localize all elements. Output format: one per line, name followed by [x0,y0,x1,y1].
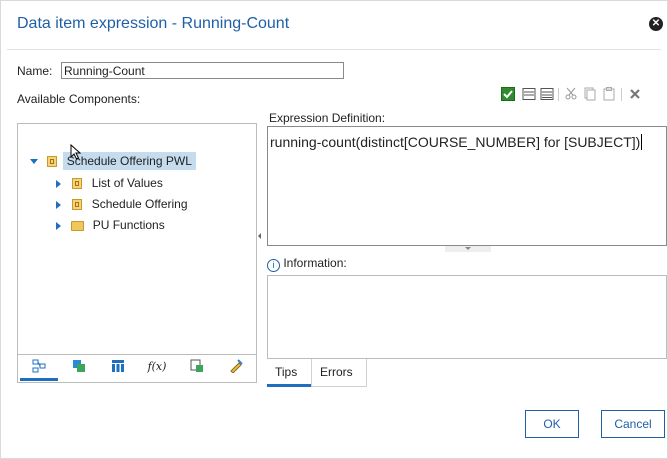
name-input[interactable] [61,62,344,79]
tree-item-label: Schedule Offering PWL [62,152,196,170]
query-items-tab-icon [112,360,124,372]
cancel-button[interactable]: Cancel [601,410,665,438]
tree-item-label: List of Values [91,176,163,190]
close-icon[interactable]: ✕ [649,17,663,31]
mouse-cursor-icon [70,144,82,160]
available-components-tree: Schedule Offering PWL List of Values Sch… [17,123,257,355]
tree-item-root[interactable]: Schedule Offering PWL [30,151,196,171]
chevron-right-icon[interactable] [56,179,61,188]
panel-splitter[interactable] [257,123,265,355]
data-item-expression-dialog: Data item expression - Running-Count ✕ N… [0,0,668,459]
package-icon [72,199,83,211]
validate-icon[interactable] [501,87,515,101]
editor-resize-handle[interactable] [445,246,491,252]
macros-tab[interactable] [217,359,255,381]
delete-icon[interactable] [628,87,642,101]
tree-item-label: Schedule Offering [91,197,188,211]
query-items-tab[interactable] [99,359,137,381]
macros-tab-icon [230,359,243,374]
expression-text: running-count(distinct[COURSE_NUMBER] fo… [270,134,641,150]
functions-tab[interactable]: f(x) [138,359,176,381]
information-panel [267,275,667,359]
information-header: i Information: [267,256,347,272]
cut-icon[interactable] [564,87,578,101]
source-tab-icon [32,359,46,373]
package-icon [72,178,83,190]
package-icon [47,156,58,168]
tab-tips[interactable]: Tips [267,359,311,387]
chevron-right-icon[interactable] [56,200,61,209]
parameters-tab-icon [190,359,203,372]
source-tab[interactable] [20,359,58,381]
chevron-down-icon [465,247,471,250]
tree-item-schedule-offering[interactable]: Schedule Offering [56,194,188,214]
text-cursor [641,134,643,150]
ok-button[interactable]: OK [525,410,579,438]
available-components-label: Available Components: [17,92,141,106]
tab-tips-label: Tips [275,365,298,379]
information-label: Information: [283,256,347,270]
tree-item-label: PU Functions [92,218,165,232]
name-label: Name: [17,64,53,78]
paste-icon[interactable] [602,87,616,101]
dialog-title: Data item expression - Running-Count [17,15,290,32]
components-tab-bar: f(x) [17,355,257,383]
data-items-tab[interactable] [60,359,98,381]
toolbar-divider [558,88,559,101]
collapse-arrow-icon[interactable] [258,233,261,239]
copy-icon[interactable] [583,87,597,101]
toolbar-divider [621,88,622,101]
tree-item-list-of-values[interactable]: List of Values [56,173,163,193]
data-items-tab-icon [73,360,85,372]
tab-errors[interactable]: Errors [311,359,367,387]
dimension-view-icon[interactable] [522,87,536,101]
folder-icon [71,220,85,231]
member-view-icon[interactable] [540,87,554,101]
parameters-tab[interactable] [178,359,216,381]
tree-item-pu-functions[interactable]: PU Functions [56,215,165,235]
info-icon: i [267,259,280,272]
title-separator [7,49,661,50]
expression-definition-label: Expression Definition: [269,111,386,125]
chevron-right-icon[interactable] [56,221,61,230]
expression-editor[interactable]: running-count(distinct[COURSE_NUMBER] fo… [267,126,667,246]
tab-errors-label: Errors [320,365,353,379]
functions-tab-icon: f(x) [147,360,167,373]
chevron-down-icon[interactable] [30,159,38,165]
